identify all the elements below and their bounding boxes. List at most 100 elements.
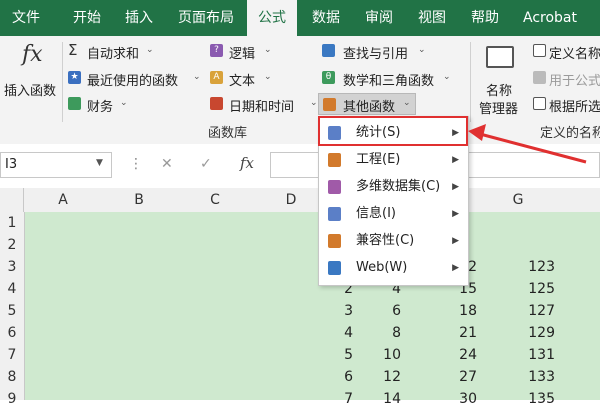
select-all-corner[interactable] <box>0 188 24 212</box>
chevron-right-icon: ▶ <box>452 263 459 273</box>
cell-g6[interactable]: 129 <box>495 322 555 344</box>
cell-g3[interactable]: 123 <box>495 256 555 278</box>
insert-function-button[interactable]: fx 插入函数 <box>2 40 64 100</box>
date-time-button[interactable]: 日期和时间 ⌄ <box>210 95 320 115</box>
column-header-b[interactable]: B <box>101 188 177 212</box>
tab-help[interactable]: 帮助 <box>471 0 499 36</box>
logical-label: 逻辑 <box>229 47 256 62</box>
insert-function-icon[interactable]: fx <box>240 154 254 172</box>
define-name-label: 定义名称 <box>549 47 600 62</box>
logical-icon: ? <box>210 44 223 57</box>
engineering-icon <box>328 153 341 167</box>
cell-g4[interactable]: 125 <box>495 278 555 300</box>
chevron-down-icon: ⌄ <box>120 98 128 108</box>
cell-g9[interactable]: 135 <box>495 388 555 410</box>
cancel-icon[interactable]: ✕ <box>161 156 173 172</box>
row-header-7[interactable]: 7 <box>0 344 24 366</box>
star-icon: ★ <box>68 71 81 84</box>
row-header-8[interactable]: 8 <box>0 366 24 388</box>
ribbon-tabs: 文件 开始 插入 页面布局 公式 数据 审阅 视图 帮助 Acrobat <box>0 0 600 36</box>
row-header-3[interactable]: 3 <box>0 256 24 278</box>
menu-item-label: 工程(E) <box>356 152 401 167</box>
text-functions-label: 文本 <box>229 74 256 89</box>
financial-button[interactable]: 财务 ⌄ <box>68 95 138 115</box>
tab-data[interactable]: 数据 <box>312 0 340 36</box>
highlight-box <box>318 116 468 146</box>
cell-f9[interactable]: 30 <box>415 388 477 410</box>
tab-page-layout[interactable]: 页面布局 <box>178 0 234 36</box>
cell-e5[interactable]: 6 <box>341 300 401 322</box>
cell-g5[interactable]: 127 <box>495 300 555 322</box>
menu-item-engineering[interactable]: 工程(E) ▶ <box>319 147 468 173</box>
worksheet-grid[interactable]: 1 2 3 4 5 6 7 4 6 8 10 12 14 12 15 18 21… <box>25 212 600 407</box>
menu-item-label: 多维数据集(C) <box>356 179 441 194</box>
row-header-9[interactable]: 9 <box>0 388 24 410</box>
more-functions-button[interactable]: 其他函数 ⌄ <box>318 93 416 115</box>
tab-view[interactable]: 视图 <box>418 0 446 36</box>
text-icon: A <box>210 71 223 84</box>
cell-d7[interactable]: 5 <box>263 344 353 366</box>
row-header-5[interactable]: 5 <box>0 300 24 322</box>
menu-item-cube[interactable]: 多维数据集(C) ▶ <box>319 174 468 200</box>
text-functions-button[interactable]: A 文本 ⌄ <box>210 69 280 89</box>
menu-item-compatibility[interactable]: 兼容性(C) ▶ <box>319 228 468 254</box>
sigma-icon: Σ <box>68 41 78 59</box>
tab-home[interactable]: 开始 <box>73 0 101 36</box>
financial-icon <box>68 97 81 110</box>
cell-e8[interactable]: 12 <box>341 366 401 388</box>
name-box-value: I3 <box>5 157 18 172</box>
logical-button[interactable]: ? 逻辑 ⌄ <box>210 42 280 62</box>
row-header-2[interactable]: 2 <box>0 234 24 256</box>
cell-e9[interactable]: 14 <box>341 388 401 410</box>
lookup-reference-button[interactable]: 查找与引用 ⌄ <box>322 42 432 62</box>
cell-f5[interactable]: 18 <box>415 300 477 322</box>
menu-item-web[interactable]: Web(W) ▶ <box>319 255 468 281</box>
cell-f8[interactable]: 27 <box>415 366 477 388</box>
cell-e6[interactable]: 8 <box>341 322 401 344</box>
cell-d9[interactable]: 7 <box>263 388 353 410</box>
function-library-group-label: 函数库 <box>208 126 248 141</box>
define-name-button[interactable]: 定义名称 <box>533 42 600 62</box>
column-header-c[interactable]: C <box>177 188 253 212</box>
tab-formulas[interactable]: 公式 <box>247 0 297 36</box>
math-icon: θ <box>322 71 335 84</box>
tab-insert[interactable]: 插入 <box>125 0 153 36</box>
tab-file[interactable]: 文件 <box>12 0 40 36</box>
cell-g8[interactable]: 133 <box>495 366 555 388</box>
financial-label: 财务 <box>87 100 114 115</box>
chevron-right-icon: ▶ <box>452 182 459 192</box>
chevron-right-icon: ▶ <box>452 236 459 246</box>
column-header-a[interactable]: A <box>25 188 101 212</box>
information-icon <box>328 207 341 221</box>
menu-item-information[interactable]: 信息(I) ▶ <box>319 201 468 227</box>
chevron-down-icon: ⌄ <box>310 98 318 108</box>
cell-d8[interactable]: 6 <box>263 366 353 388</box>
more-functions-label: 其他函数 <box>343 100 396 115</box>
math-trig-button[interactable]: θ 数学和三角函数 ⌄ <box>322 69 452 89</box>
recent-functions-button[interactable]: ★ 最近使用的函数 ⌄ <box>68 69 208 89</box>
cell-e7[interactable]: 10 <box>341 344 401 366</box>
chevron-down-icon: ⌄ <box>264 45 272 55</box>
cell-f7[interactable]: 24 <box>415 344 477 366</box>
use-in-formula-button[interactable]: 用于公式 <box>533 69 600 89</box>
tab-acrobat[interactable]: Acrobat <box>523 0 577 36</box>
row-header-1[interactable]: 1 <box>0 212 24 234</box>
autosum-button[interactable]: Σ 自动求和 ⌄ <box>68 41 158 62</box>
cell-f6[interactable]: 21 <box>415 322 477 344</box>
recent-functions-label: 最近使用的函数 <box>87 74 179 89</box>
name-box-dropdown-icon[interactable]: ▼ <box>96 158 103 168</box>
more-options-icon: ⋮ <box>129 156 143 172</box>
row-header-6[interactable]: 6 <box>0 322 24 344</box>
column-headers: A B C D F G <box>0 188 600 213</box>
cell-d5[interactable]: 3 <box>263 300 353 322</box>
row-header-4[interactable]: 4 <box>0 278 24 300</box>
chevron-down-icon: ⌄ <box>418 45 426 55</box>
cell-g7[interactable]: 131 <box>495 344 555 366</box>
enter-icon[interactable]: ✓ <box>200 156 212 172</box>
column-header-g[interactable]: G <box>479 188 557 212</box>
cell-d6[interactable]: 4 <box>263 322 353 344</box>
tag-icon <box>533 44 546 57</box>
chevron-down-icon: ⌄ <box>264 72 272 82</box>
tab-review[interactable]: 审阅 <box>365 0 393 36</box>
lookup-reference-label: 查找与引用 <box>343 47 409 62</box>
